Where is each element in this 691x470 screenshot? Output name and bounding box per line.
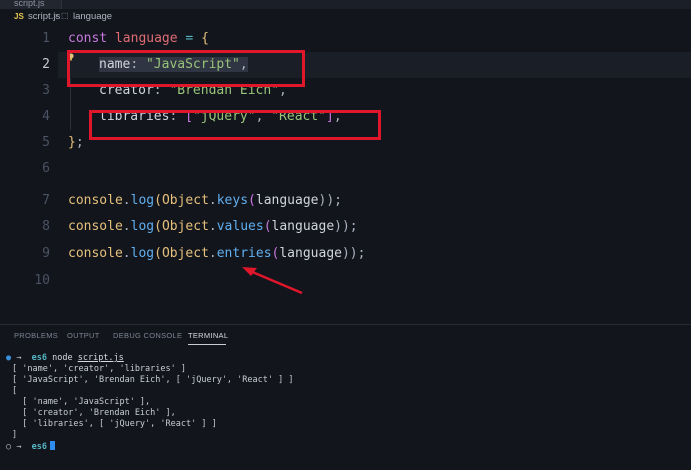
code-text: console.log(Object.keys(language)); xyxy=(68,193,342,208)
active-tab-indicator xyxy=(188,344,226,345)
code-text: console.log(Object.values(language)); xyxy=(68,219,358,234)
code-line[interactable]: 7 console.log(Object.keys(language)); xyxy=(0,188,691,214)
tab-problems[interactable]: PROBLEMS xyxy=(14,331,58,340)
symbol-object-icon: ⬚ xyxy=(61,11,69,20)
annotation-arrow-icon xyxy=(242,267,303,295)
code-line[interactable]: 8 console.log(Object.values(language)); xyxy=(0,214,691,240)
code-text: }; xyxy=(68,135,84,150)
code-line[interactable]: 9 console.log(Object.entries(language)); xyxy=(0,241,691,267)
annotation-box-name xyxy=(67,50,305,87)
code-line[interactable]: 6 xyxy=(0,156,691,182)
breadcrumb-symbol[interactable]: language xyxy=(73,11,112,22)
line-number: 9 xyxy=(42,246,50,261)
code-line[interactable]: 10 xyxy=(0,268,691,294)
js-file-icon: JS xyxy=(14,12,24,21)
code-text: console.log(Object.entries(language)); xyxy=(68,246,366,261)
bottom-panel: PROBLEMS OUTPUT DEBUG CONSOLE TERMINAL ●… xyxy=(0,324,691,470)
tab-terminal[interactable]: TERMINAL xyxy=(188,331,228,340)
tab-script-js[interactable]: script.js xyxy=(0,0,62,9)
terminal-output-line: [ 'name', 'creator', 'libraries' ] xyxy=(12,364,186,374)
tab-label: script.js xyxy=(14,0,45,8)
editor-tab-bar: script.js xyxy=(0,0,691,9)
terminal-output-line: [ 'JavaScript', 'Brendan Eich', [ 'jQuer… xyxy=(12,375,294,385)
terminal-output-line: [ 'name', 'JavaScript' ], xyxy=(12,397,151,407)
code-line[interactable]: 1 const language = { xyxy=(0,26,691,52)
terminal-prompt-line: ○ → es6 xyxy=(6,441,55,453)
code-text: const language = { xyxy=(68,31,209,46)
line-number: 4 xyxy=(42,109,50,124)
terminal-output-line: [ 'libraries', [ 'jQuery', 'React' ] ] xyxy=(12,419,217,429)
terminal-command-line: ● → es6 node script.js xyxy=(6,353,124,363)
line-number: 6 xyxy=(42,161,50,176)
terminal-output-line: [ 'creator', 'Brendan Eich' ], xyxy=(12,408,176,418)
line-number: 2 xyxy=(42,57,50,72)
annotation-box-libraries xyxy=(89,110,381,140)
line-number: 1 xyxy=(42,31,50,46)
breadcrumb-separator-icon: > xyxy=(53,11,59,22)
terminal-output-line: [ xyxy=(12,386,18,396)
line-number: 5 xyxy=(42,135,50,150)
line-number: 10 xyxy=(34,273,50,288)
tab-debug-console[interactable]: DEBUG CONSOLE xyxy=(113,331,182,340)
prompt-circle-icon: ○ xyxy=(6,442,12,452)
terminal-cursor xyxy=(49,441,55,450)
line-number: 3 xyxy=(42,83,50,98)
prompt-dot-icon: ● xyxy=(6,353,12,363)
line-number: 7 xyxy=(42,193,50,208)
tab-output[interactable]: OUTPUT xyxy=(67,331,100,340)
line-number: 8 xyxy=(42,219,50,234)
terminal-output-line: ] xyxy=(12,430,18,440)
indent-guide xyxy=(70,104,71,130)
